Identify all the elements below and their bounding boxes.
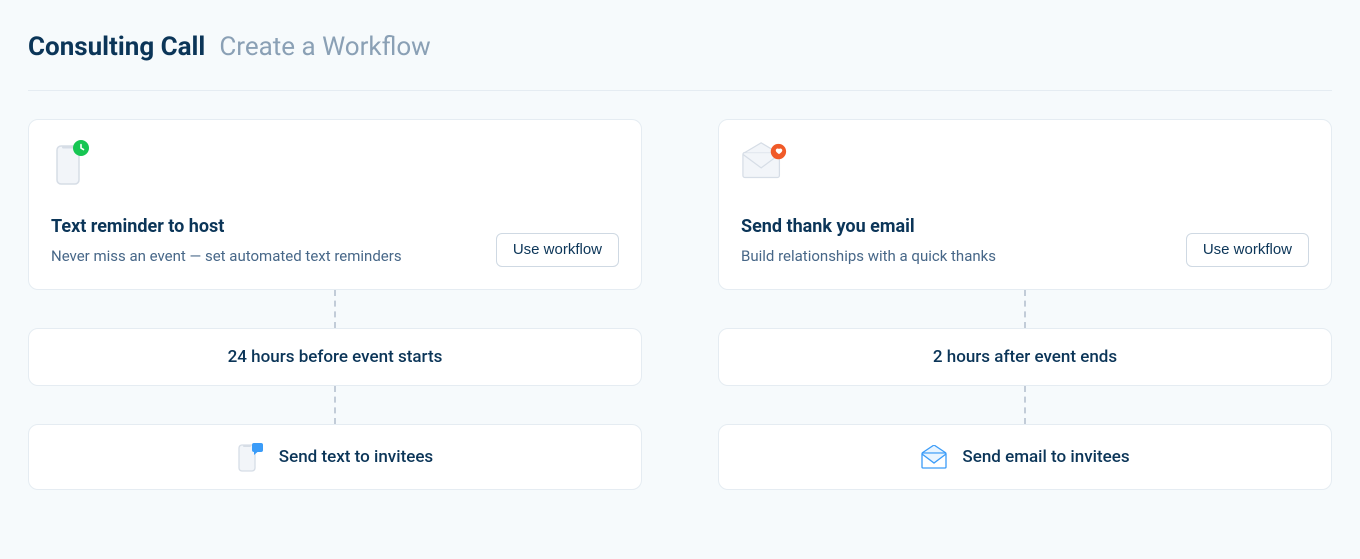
page-title: Consulting Call (28, 32, 205, 62)
envelope-heart-icon (741, 140, 789, 188)
connector-line (334, 290, 336, 328)
action-label: Send email to invitees (962, 447, 1129, 467)
page-header: Consulting Call Create a Workflow (28, 32, 1332, 91)
workflow-column: Text reminder to host Never miss an even… (28, 119, 642, 490)
action-step: Send email to invitees (718, 424, 1332, 490)
use-workflow-button[interactable]: Use workflow (1186, 233, 1309, 268)
timing-label: 24 hours before event starts (228, 347, 443, 367)
connector-line (334, 386, 336, 424)
workflow-column: Send thank you email Build relationships… (718, 119, 1332, 490)
use-workflow-button[interactable]: Use workflow (496, 233, 619, 268)
workflow-card: Send thank you email Build relationships… (718, 119, 1332, 290)
connector-line (1024, 386, 1026, 424)
action-step: Send text to invitees (28, 424, 642, 490)
envelope-open-icon (920, 443, 948, 471)
action-label: Send text to invitees (279, 447, 433, 467)
connector-line (1024, 290, 1026, 328)
workflow-card: Text reminder to host Never miss an even… (28, 119, 642, 290)
timing-label: 2 hours after event ends (933, 347, 1117, 367)
timing-step: 2 hours after event ends (718, 328, 1332, 386)
timing-step: 24 hours before event starts (28, 328, 642, 386)
phone-sms-icon (237, 443, 265, 471)
phone-time-icon (51, 140, 99, 188)
page-subtitle: Create a Workflow (219, 32, 430, 62)
